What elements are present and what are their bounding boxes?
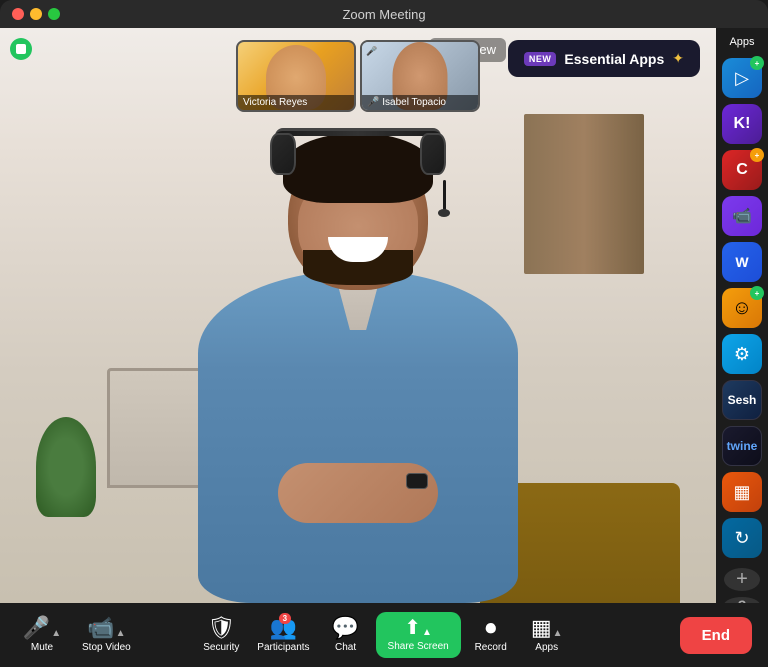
minimize-button[interactable]: [30, 8, 42, 20]
banner-text: Essential Apps: [564, 51, 664, 67]
app-icon-gather[interactable]: ⚙: [722, 334, 762, 374]
app-icon-kahoot[interactable]: K!: [722, 104, 762, 144]
stop-video-button[interactable]: 📹 ▲ Stop Video: [76, 613, 137, 657]
app-badge-cameo: +: [750, 148, 764, 162]
toolbar: 🎤 ▲ Mute 📹 ▲ Stop Video 🛡 Security 👥 3: [0, 603, 768, 667]
app-icon-smiley[interactable]: ☺ +: [722, 288, 762, 328]
app-icon-workvivo[interactable]: W: [722, 242, 762, 282]
toolbar-left: 🎤 ▲ Mute 📹 ▲ Stop Video: [16, 613, 195, 657]
new-badge: NEW: [524, 52, 557, 66]
mute-icon: 🎤: [23, 617, 50, 639]
chat-label: Chat: [335, 642, 356, 653]
thumbnail-label-isabel: 🎤 Isabel Topacio: [362, 95, 478, 110]
record-icon: ⏺: [485, 617, 496, 639]
main-video: [0, 28, 716, 603]
plant: [36, 417, 96, 517]
person-hands: [278, 463, 438, 523]
app-badge-pipecast: +: [750, 56, 764, 70]
add-icon: +: [736, 568, 748, 591]
help-icon: ?: [738, 597, 747, 603]
apps-chevron[interactable]: ▲: [553, 628, 563, 639]
app-icon-vidcast[interactable]: 📹: [722, 196, 762, 236]
participants-count: 3: [279, 613, 291, 624]
video-area: ⊞ ⊞ View Victoria Reyes 🎤 🎤 Isabel Topac…: [0, 28, 716, 603]
apps-button[interactable]: ▦ ▲ Apps: [521, 613, 573, 657]
apps-icon: ▦: [531, 617, 552, 639]
chat-icon: 💬: [332, 617, 359, 639]
essential-apps-banner[interactable]: NEW Essential Apps ✦: [508, 40, 700, 77]
main-speaker-figure: [168, 83, 548, 603]
share-screen-label: Share Screen: [388, 641, 449, 652]
video-chevron[interactable]: ▲: [116, 628, 126, 639]
stop-video-icon: 📹: [87, 617, 114, 639]
security-icon: 🛡: [207, 617, 235, 639]
record-label: Record: [475, 642, 507, 653]
close-button[interactable]: [12, 8, 24, 20]
app-icon-twine[interactable]: twine: [722, 426, 762, 466]
thumbnail-label-victoria: Victoria Reyes: [238, 95, 354, 110]
chat-button[interactable]: 💬 Chat: [320, 613, 372, 657]
watch: [406, 473, 428, 489]
stop-video-label: Stop Video: [82, 642, 131, 653]
mute-chevron[interactable]: ▲: [51, 628, 61, 639]
screen-share-indicator: [10, 38, 32, 60]
share-screen-button[interactable]: ⬆ ▲ Share Screen: [376, 612, 461, 658]
apps-sidebar-title: Apps: [729, 36, 754, 48]
sparkle-icon: ✦: [672, 50, 684, 67]
main-area: ⊞ ⊞ View Victoria Reyes 🎤 🎤 Isabel Topac…: [0, 28, 768, 603]
mute-label: Mute: [31, 642, 53, 653]
app-icon-pipecast[interactable]: ▷ +: [722, 58, 762, 98]
participants-button[interactable]: 👥 3 Participants: [251, 613, 315, 657]
app-icon-sesh[interactable]: Sesh: [722, 380, 762, 420]
person-body: [198, 270, 518, 603]
security-label: Security: [203, 642, 239, 653]
sidebar-add-button[interactable]: +: [724, 568, 760, 591]
toolbar-center: 🛡 Security 👥 3 Participants 💬 Chat ⬆ ▲ S…: [195, 612, 572, 658]
share-screen-icon: ⬆: [404, 618, 421, 638]
thumbnail-isabel[interactable]: 🎤 🎤 Isabel Topacio: [360, 40, 480, 112]
apps-label: Apps: [535, 642, 558, 653]
participants-label: Participants: [257, 642, 309, 653]
apps-sidebar: Apps ▷ + K! C + 📹 W ☺ + ⚙ Sesh twine: [716, 28, 768, 603]
security-button[interactable]: 🛡 Security: [195, 613, 247, 657]
headphones: [270, 128, 446, 228]
sidebar-help-button[interactable]: ?: [724, 597, 760, 603]
thumbnail-strip: Victoria Reyes 🎤 🎤 Isabel Topacio: [236, 40, 480, 112]
share-chevron[interactable]: ▲: [422, 627, 432, 638]
person-head: [288, 143, 428, 290]
maximize-button[interactable]: [48, 8, 60, 20]
app-icon-sync[interactable]: ↻: [722, 518, 762, 558]
mute-button[interactable]: 🎤 ▲ Mute: [16, 613, 68, 657]
app-badge-smiley: +: [750, 286, 764, 300]
app-icon-grid[interactable]: ▦: [722, 472, 762, 512]
muted-mic-icon: 🎤: [366, 46, 377, 57]
title-bar: Zoom Meeting: [0, 0, 768, 28]
window-title: Zoom Meeting: [342, 7, 425, 22]
record-button[interactable]: ⏺ Record: [465, 613, 517, 657]
traffic-lights: [12, 8, 60, 20]
thumbnail-victoria[interactable]: Victoria Reyes: [236, 40, 356, 112]
end-button[interactable]: End: [680, 617, 752, 654]
app-icon-cameo[interactable]: C +: [722, 150, 762, 190]
toolbar-right: End: [573, 617, 752, 654]
